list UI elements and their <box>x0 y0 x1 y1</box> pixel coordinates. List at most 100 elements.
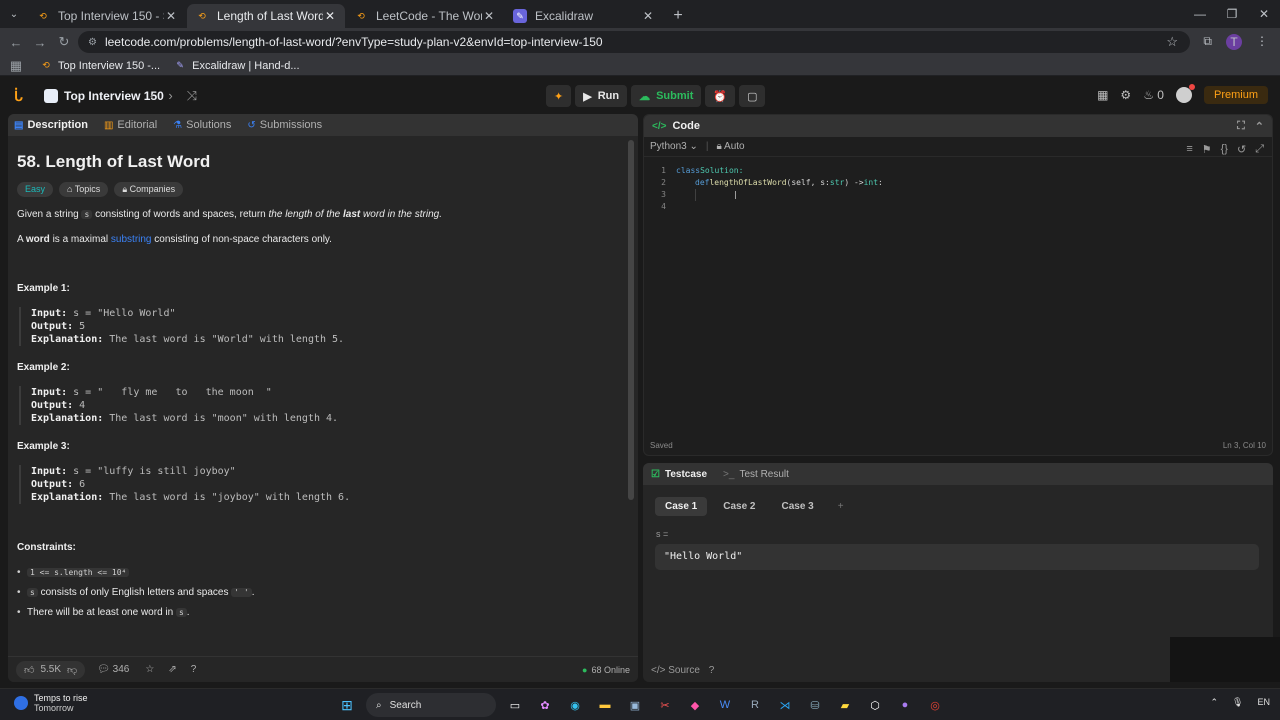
reset-icon[interactable]: ↺ <box>1237 143 1246 156</box>
expand-icon[interactable]: ⤢ <box>1255 143 1264 156</box>
tab-submissions[interactable]: ↺ Submissions <box>247 119 322 131</box>
menu-icon[interactable]: ⋮ <box>1256 34 1268 50</box>
r-icon[interactable]: R <box>744 694 766 716</box>
settings-icon[interactable]: ⚙ <box>1120 88 1131 102</box>
new-tab-button[interactable]: + <box>664 4 692 28</box>
chevron-up-icon[interactable]: ⌃ <box>1211 697 1219 708</box>
constraint-item: There will be at least one word in s. <box>17 607 622 618</box>
weather-widget[interactable]: Temps to rise Tomorrow <box>14 693 88 713</box>
run-button[interactable]: ▶ Run <box>575 85 628 107</box>
thumbs-down-icon[interactable]: 👎︎ <box>67 664 77 676</box>
format-icon[interactable]: ≡ <box>1186 143 1192 156</box>
site-info-icon[interactable]: ⚙ <box>88 37 97 48</box>
shuffle-icon[interactable]: ⤨ <box>187 88 197 104</box>
windows-start-icon[interactable]: ⊞ <box>336 694 358 716</box>
app-icon[interactable]: ⬡ <box>864 694 886 716</box>
line-number: 1 <box>661 166 666 175</box>
layout-icon[interactable]: ▦ <box>1097 88 1108 102</box>
label: Output: <box>31 400 74 411</box>
substring-link[interactable]: substring <box>111 234 152 245</box>
taskbar-search[interactable]: ⌕ Search <box>366 693 496 717</box>
tab-excalidraw[interactable]: ✎ Excalidraw ✕ <box>505 4 663 28</box>
snipping-tool-icon[interactable]: ✂ <box>654 694 676 716</box>
window-close-icon[interactable]: ✕ <box>1248 0 1280 28</box>
comments-button[interactable]: 💬︎ 346 <box>97 664 129 675</box>
language-select[interactable]: Python3 ⌄ <box>650 141 698 152</box>
close-icon[interactable]: ✕ <box>482 9 496 23</box>
case-2-tab[interactable]: Case 2 <box>713 497 765 516</box>
database-icon[interactable]: ⛁ <box>804 694 826 716</box>
help-icon[interactable]: ? <box>709 665 715 676</box>
task-view-icon[interactable]: ▭ <box>504 694 526 716</box>
microphone-icon[interactable]: 🎙︎ <box>1232 697 1243 708</box>
tab-test-result[interactable]: >_ Test Result <box>723 469 789 480</box>
constraint-item: 1 <= s.length <= 10⁴ <box>17 567 622 578</box>
tab-description[interactable]: ▤ Description <box>14 119 88 131</box>
language-indicator[interactable]: EN <box>1257 697 1270 708</box>
streak-counter[interactable]: ♨ 0 <box>1143 88 1164 102</box>
file-explorer-icon[interactable]: ▬ <box>594 694 616 716</box>
tab-leetcode-home[interactable]: ⟲ LeetCode - The World's Leading ✕ <box>346 4 504 28</box>
debug-button[interactable]: ✦ <box>546 85 572 107</box>
collapse-icon[interactable]: ⌃ <box>1255 120 1264 133</box>
code-line: 2 def lengthOfLastWord (self, s: str) -> i… <box>644 177 1272 189</box>
sticky-notes-icon[interactable]: ▰ <box>834 694 856 716</box>
next-problem-icon[interactable]: › <box>168 88 172 104</box>
bookmark-icon[interactable]: ⚑ <box>1202 143 1212 156</box>
thumbs-up-icon[interactable]: 👍︎ <box>24 664 34 676</box>
copilot-icon[interactable]: ✿ <box>534 694 556 716</box>
notes-button[interactable]: ▢ <box>739 85 766 107</box>
prev-problem-icon[interactable]: ‹ <box>150 88 154 104</box>
maximize-icon[interactable]: ⛶ <box>1237 120 1245 133</box>
tab-editorial[interactable]: ▥ Editorial <box>104 119 157 131</box>
study-plan-link[interactable]: Top Interview 150 <box>44 89 164 103</box>
braces-icon[interactable]: {} <box>1221 143 1228 156</box>
chrome-icon[interactable]: ◎ <box>924 694 946 716</box>
tab-testcase[interactable]: ☑ Testcase <box>651 469 707 480</box>
forward-icon[interactable]: → <box>28 35 52 50</box>
reload-icon[interactable]: ↻ <box>52 34 76 50</box>
problem-statement: Given a string s consisting of words and… <box>17 209 622 220</box>
source-button[interactable]: </> Source ? <box>651 665 714 676</box>
leetcode-logo[interactable]: ᒑ <box>14 88 28 104</box>
extensions-icon[interactable]: ⧉ <box>1203 34 1212 50</box>
variable-input[interactable]: "Hello World" <box>655 544 1259 570</box>
premium-button[interactable]: Premium <box>1203 86 1268 104</box>
tab-search-icon[interactable]: ⌄ <box>0 0 28 28</box>
close-icon[interactable]: ✕ <box>641 9 655 23</box>
companies-tag[interactable]: 🔒︎ Companies <box>114 182 184 197</box>
apps-icon[interactable]: ▦ <box>4 58 28 74</box>
url-input[interactable]: ⚙ leetcode.com/problems/length-of-last-w… <box>78 31 1190 53</box>
minimize-icon[interactable]: — <box>1184 0 1216 28</box>
auto-mode[interactable]: 🔒︎ Auto <box>716 141 744 152</box>
github-icon[interactable]: ● <box>894 694 916 716</box>
bookmark-star-icon[interactable]: ☆ <box>1166 34 1178 50</box>
bookmark-top-interview[interactable]: ⟲ Top Interview 150 -... <box>40 60 160 72</box>
tab-solutions[interactable]: ⚗ Solutions <box>173 119 231 131</box>
description-scrollbar[interactable] <box>628 140 634 500</box>
app-icon[interactable]: ▣ <box>624 694 646 716</box>
profile-avatar[interactable]: T <box>1226 34 1242 50</box>
word-icon[interactable]: W <box>714 694 736 716</box>
edge-icon[interactable]: ◉ <box>564 694 586 716</box>
share-icon[interactable]: ⇗ <box>168 664 176 675</box>
tab-length-of-last-word[interactable]: ⟲ Length of Last Word - LeetCode ✕ <box>187 4 345 28</box>
help-icon[interactable]: ? <box>191 664 197 675</box>
bookmark-excalidraw[interactable]: ✎ Excalidraw | Hand-d... <box>174 60 299 72</box>
add-case-button[interactable]: + <box>830 497 852 516</box>
back-icon[interactable]: ← <box>4 35 28 50</box>
case-3-tab[interactable]: Case 3 <box>772 497 824 516</box>
code-editor[interactable]: 1 class Solution: 2 def lengthOfLastWord (s… <box>644 165 1272 213</box>
user-avatar[interactable] <box>1175 84 1195 103</box>
case-1-tab[interactable]: Case 1 <box>655 497 708 516</box>
favorite-star-icon[interactable]: ☆ <box>145 664 154 675</box>
app-icon[interactable]: ◆ <box>684 694 706 716</box>
vscode-icon[interactable]: ⋊ <box>774 694 796 716</box>
close-icon[interactable]: ✕ <box>164 9 178 23</box>
timer-button[interactable]: ⏰ <box>705 85 736 107</box>
submit-button[interactable]: ☁ Submit <box>631 85 702 107</box>
close-icon[interactable]: ✕ <box>323 9 337 23</box>
topics-tag[interactable]: ⌂ Topics <box>59 182 109 197</box>
tab-study-plan[interactable]: ⟲ Top Interview 150 - Study Plan ✕ <box>28 4 186 28</box>
restore-icon[interactable]: ❐ <box>1216 0 1248 28</box>
